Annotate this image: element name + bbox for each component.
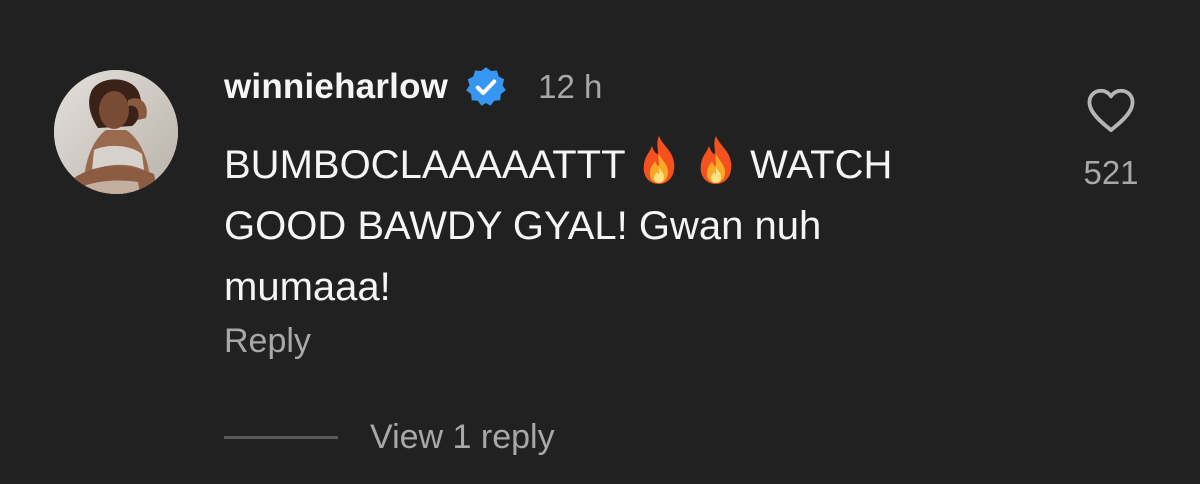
verified-badge-icon bbox=[466, 67, 506, 106]
comment-header: winnieharlow 12 h bbox=[224, 62, 602, 112]
heart-outline-icon[interactable] bbox=[1084, 84, 1138, 138]
reply-button[interactable]: Reply bbox=[224, 322, 311, 361]
avatar-photo bbox=[54, 70, 178, 194]
comment-text: BUMBOCLAAAAATTT WATCH GOOD BAWDY GYAL! G… bbox=[224, 134, 1044, 318]
like-count: 521 bbox=[1083, 154, 1139, 191]
replies-divider-line bbox=[224, 436, 338, 439]
avatar[interactable] bbox=[54, 70, 178, 194]
username[interactable]: winnieharlow bbox=[224, 67, 448, 107]
comment-item: winnieharlow 12 h BUMBOCLAAAAATTT WATCH … bbox=[0, 0, 1200, 484]
timestamp: 12 h bbox=[538, 68, 603, 105]
comment-text-part1: BUMBOCLAAAAATTT bbox=[224, 143, 636, 187]
view-replies-label: View 1 reply bbox=[370, 418, 555, 456]
fire-emoji-icon bbox=[643, 136, 675, 184]
view-replies-button[interactable]: View 1 reply bbox=[224, 418, 555, 457]
like-section: 521 bbox=[1066, 84, 1156, 192]
fire-emoji-icon bbox=[700, 136, 732, 184]
